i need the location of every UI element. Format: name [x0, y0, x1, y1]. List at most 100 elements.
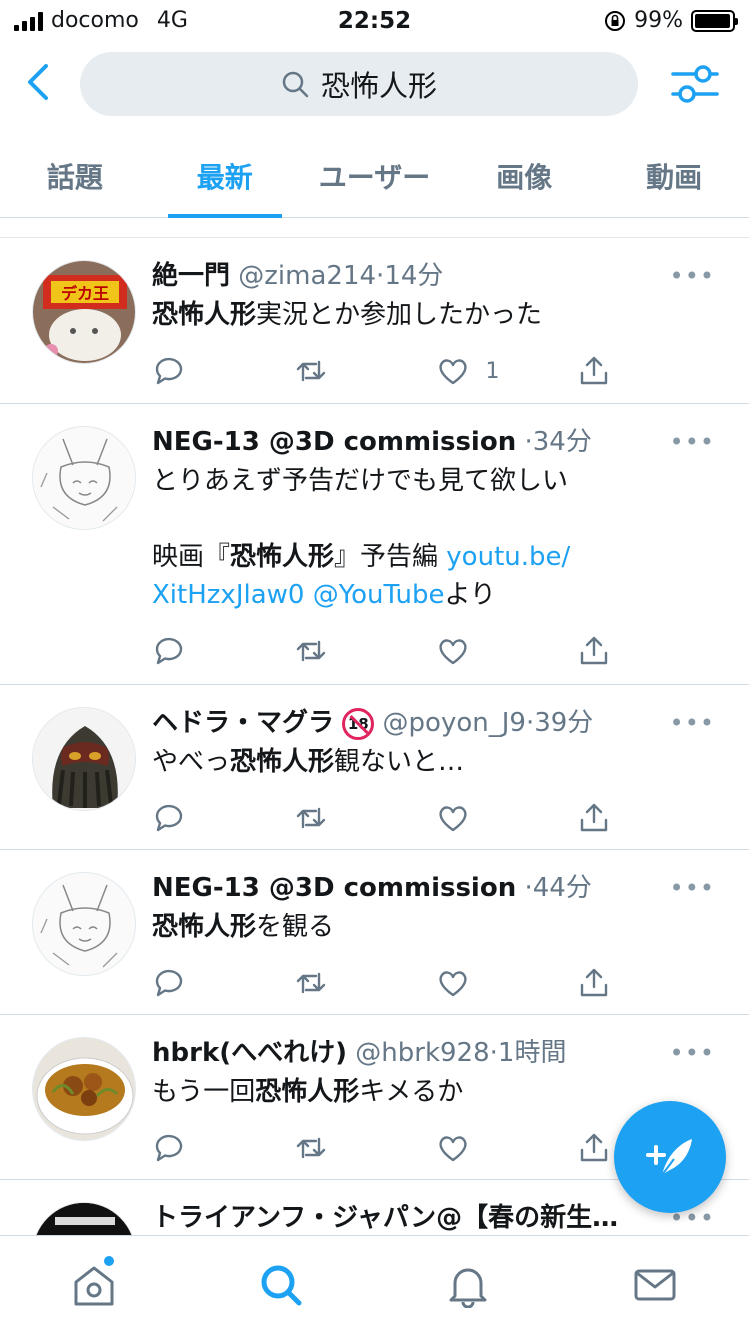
retweet-icon	[296, 972, 325, 994]
like-button[interactable]: 1	[436, 354, 578, 388]
retweet-button[interactable]	[294, 634, 436, 668]
more-options-icon[interactable]: •••	[670, 428, 715, 456]
share-icon	[581, 636, 608, 665]
new-content-dot	[104, 1256, 114, 1266]
reply-button[interactable]	[152, 1131, 294, 1165]
reply-button[interactable]	[152, 801, 294, 835]
retweet-button[interactable]	[294, 1131, 436, 1165]
avatar[interactable]	[32, 426, 136, 530]
tab-photos[interactable]: 画像	[449, 130, 599, 217]
share-button[interactable]	[577, 801, 719, 835]
tweet-time: 34分	[532, 427, 592, 457]
tweet-author-name[interactable]: NEG-13 @3D commission	[152, 427, 516, 457]
tweet-link[interactable]: XitHzxJlaw0	[152, 580, 304, 610]
more-options-icon[interactable]: •••	[670, 874, 715, 902]
mention-link[interactable]: @YouTube	[304, 580, 445, 610]
svg-text:デカ王: デカ王	[61, 284, 109, 303]
keyword-highlight: 恐怖人形	[230, 747, 335, 777]
tab-latest[interactable]: 最新	[150, 130, 300, 218]
keyword-highlight: 恐怖人形	[255, 1077, 360, 1107]
tweet-link[interactable]: youtu.be/	[446, 542, 570, 572]
notifications-icon	[449, 1268, 487, 1308]
back-icon[interactable]	[22, 62, 58, 102]
search-icon	[282, 71, 309, 98]
tweet-text-segment: 映画『	[152, 542, 231, 572]
reply-button[interactable]	[152, 966, 294, 1000]
tweet-author-name[interactable]: hbrk(へべれけ)	[152, 1038, 347, 1068]
separator: ·	[525, 708, 535, 738]
more-options-icon[interactable]: •••	[670, 262, 715, 290]
tweet-text-line: とりあえず予告だけでも見て欲しい	[152, 466, 569, 496]
tweet-author-handle[interactable]: @hbrk928	[355, 1038, 489, 1068]
share-button[interactable]	[577, 354, 719, 388]
search-tabs: 話題 最新 ユーザー 画像 動画	[0, 130, 749, 218]
tab-videos[interactable]: 動画	[599, 130, 749, 217]
tweet-text-segment: 観ないと…	[334, 747, 465, 777]
age-restriction-badge: 18	[342, 707, 375, 740]
status-bar: docomo 4G 22:52 99%	[0, 0, 749, 44]
retweet-button[interactable]	[294, 354, 436, 388]
keyword-highlight: 恐怖人形	[230, 542, 335, 572]
tweet-text: もう一回恐怖人形キメるか	[152, 1073, 719, 1111]
search-input[interactable]: 恐怖人形	[80, 52, 638, 116]
nav-home[interactable]	[0, 1236, 187, 1333]
compose-tweet-button[interactable]	[614, 1101, 726, 1213]
tweet[interactable]: NEG-13 @3D commission ·44分 恐怖人形を観る •••	[0, 850, 749, 1015]
tweet-text-segment: 』予告編	[334, 542, 447, 572]
tweet-author-handle[interactable]: @poyon_J9	[383, 708, 526, 738]
share-button[interactable]	[577, 634, 719, 668]
battery-percent: 99%	[634, 8, 683, 33]
tweet[interactable]: NEG-13 @3D commission ·34分 とりあえず予告だけでも見て…	[0, 404, 749, 685]
avatar[interactable]	[32, 707, 136, 811]
reply-button[interactable]	[152, 634, 294, 668]
filter-icon[interactable]	[671, 62, 719, 106]
retweet-icon	[296, 807, 325, 829]
like-button[interactable]	[436, 634, 578, 668]
home-icon	[74, 1266, 114, 1305]
tweet-author-handle[interactable]: @zima214	[238, 261, 376, 291]
tweet-text-segment: もう一回	[152, 1077, 256, 1107]
tweet-author-name[interactable]: トライアンフ・ジャパン@【春の新生…	[152, 1203, 618, 1233]
tweet[interactable]: デカ王 絶一門 @zima214·14分 恐怖人形実況とか参加したかった 1 •…	[0, 238, 749, 404]
tweet[interactable]: ヘドラ・マグラ 18 @poyon_J9·39分 やべっ恐怖人形観ないと… ••…	[0, 685, 749, 850]
keyword-highlight: 恐怖人形	[152, 300, 257, 330]
tweet-author-name[interactable]: ヘドラ・マグラ	[152, 708, 334, 738]
retweet-icon	[296, 360, 325, 382]
nav-notifications[interactable]	[375, 1236, 562, 1333]
reply-icon	[155, 637, 183, 665]
keyword-highlight: 恐怖人形	[152, 912, 257, 942]
more-options-icon[interactable]: •••	[670, 709, 715, 737]
avatar[interactable]	[32, 1037, 136, 1141]
reply-icon	[155, 357, 183, 385]
retweet-button[interactable]	[294, 966, 436, 1000]
retweet-button[interactable]	[294, 801, 436, 835]
separator: ·	[489, 1038, 498, 1068]
nav-search[interactable]	[187, 1236, 374, 1333]
more-options-icon[interactable]: •••	[670, 1039, 715, 1067]
tweet-author-name[interactable]: 絶一門	[152, 261, 230, 291]
tweet-text: とりあえず予告だけでも見て欲しい 映画『恐怖人形』予告編 youtu.be/Xit…	[152, 462, 719, 614]
tweet-text-segment: やべっ	[152, 747, 231, 777]
tweet-text: やべっ恐怖人形観ないと…	[152, 743, 719, 781]
bottom-navigation	[0, 1235, 749, 1333]
reply-button[interactable]	[152, 354, 294, 388]
tweet-author-name[interactable]: NEG-13 @3D commission	[152, 873, 516, 903]
avatar[interactable]	[32, 872, 136, 976]
like-button[interactable]	[436, 966, 578, 1000]
like-button[interactable]	[436, 1131, 578, 1165]
tweet-text: 恐怖人形実況とか参加したかった	[152, 296, 719, 334]
avatar[interactable]: デカ王	[32, 260, 136, 364]
tab-top[interactable]: 話題	[0, 130, 150, 217]
like-button[interactable]	[436, 801, 578, 835]
share-icon	[581, 968, 608, 997]
nav-messages[interactable]	[562, 1236, 749, 1333]
orientation-lock-icon	[605, 10, 626, 31]
tweet-time: 44分	[532, 873, 592, 903]
tweet-text-segment: を観る	[256, 912, 335, 942]
like-icon	[438, 1136, 467, 1162]
tab-people[interactable]: ユーザー	[300, 130, 450, 217]
share-icon	[581, 356, 608, 385]
share-button[interactable]	[577, 966, 719, 1000]
retweet-icon	[296, 1137, 325, 1159]
retweet-icon	[296, 640, 325, 662]
